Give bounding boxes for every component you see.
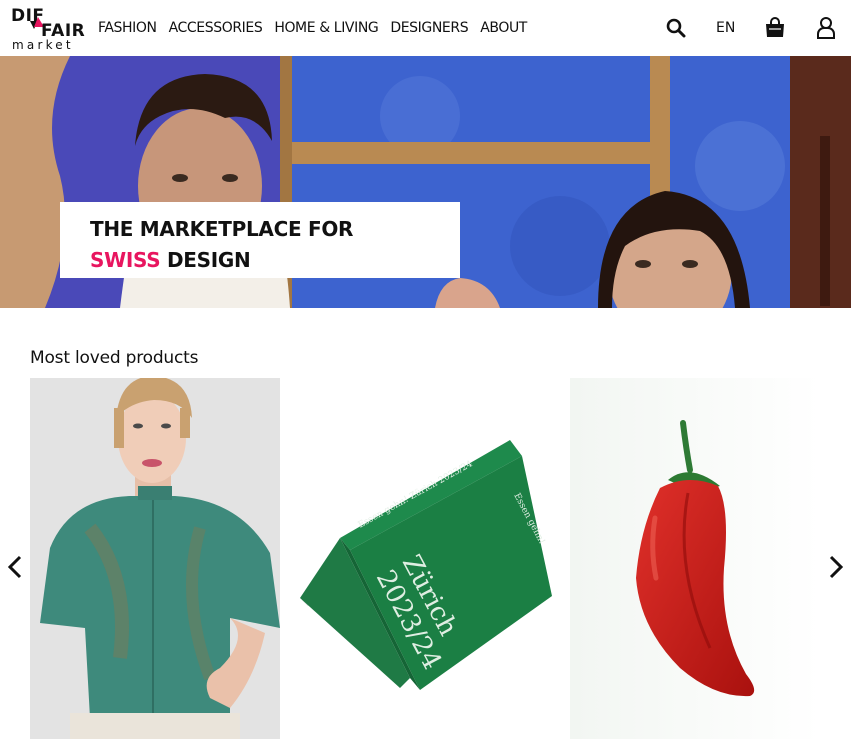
user-icon[interactable]: [814, 16, 838, 40]
product-card-blouse[interactable]: [30, 378, 280, 739]
language-selector[interactable]: EN: [716, 20, 735, 36]
shopping-bag-icon[interactable]: [763, 16, 787, 40]
nav-item-fashion[interactable]: FASHION: [98, 20, 157, 36]
nav-item-about[interactable]: ABOUT: [480, 20, 527, 36]
hero-title-line2: SWISS DESIGN: [90, 245, 460, 276]
product-card-chili[interactable]: [570, 378, 820, 739]
nav-item-home-living[interactable]: HOME & LIVING: [274, 20, 378, 36]
product-image-blouse: [30, 378, 280, 739]
chevron-right-icon[interactable]: [824, 553, 848, 581]
nav-item-designers[interactable]: DESIGNERS: [390, 20, 468, 36]
product-card-book[interactable]: Essen gehn! Zürich 2023/24 Zürich 2023/2…: [290, 378, 560, 739]
hero-headline-box: THE MARKETPLACE FOR SWISS DESIGN: [60, 202, 460, 278]
hero-title-accent: SWISS: [90, 248, 161, 272]
main-nav: FASHION ACCESSORIES HOME & LIVING DESIGN…: [98, 20, 539, 36]
nav-item-accessories[interactable]: ACCESSORIES: [169, 20, 263, 36]
site-header: DIF FAIR market FASHION ACCESSORIES HOME…: [0, 0, 851, 56]
hero-title-line2-rest: DESIGN: [160, 248, 251, 272]
product-image-book: Essen gehn! Zürich 2023/24 Zürich 2023/2…: [290, 378, 560, 739]
logo-text-market: market: [12, 38, 74, 52]
chevron-left-icon[interactable]: [3, 553, 27, 581]
hero-banner: THE MARKETPLACE FOR SWISS DESIGN: [0, 56, 851, 308]
search-icon[interactable]: [664, 16, 688, 40]
product-carousel: Essen gehn! Zürich 2023/24 Zürich 2023/2…: [0, 378, 851, 739]
section-title-most-loved: Most loved products: [30, 348, 199, 368]
product-image-chili: [570, 378, 820, 739]
hero-title-line1: THE MARKETPLACE FOR: [90, 217, 354, 241]
logo[interactable]: DIF FAIR market: [11, 6, 85, 52]
